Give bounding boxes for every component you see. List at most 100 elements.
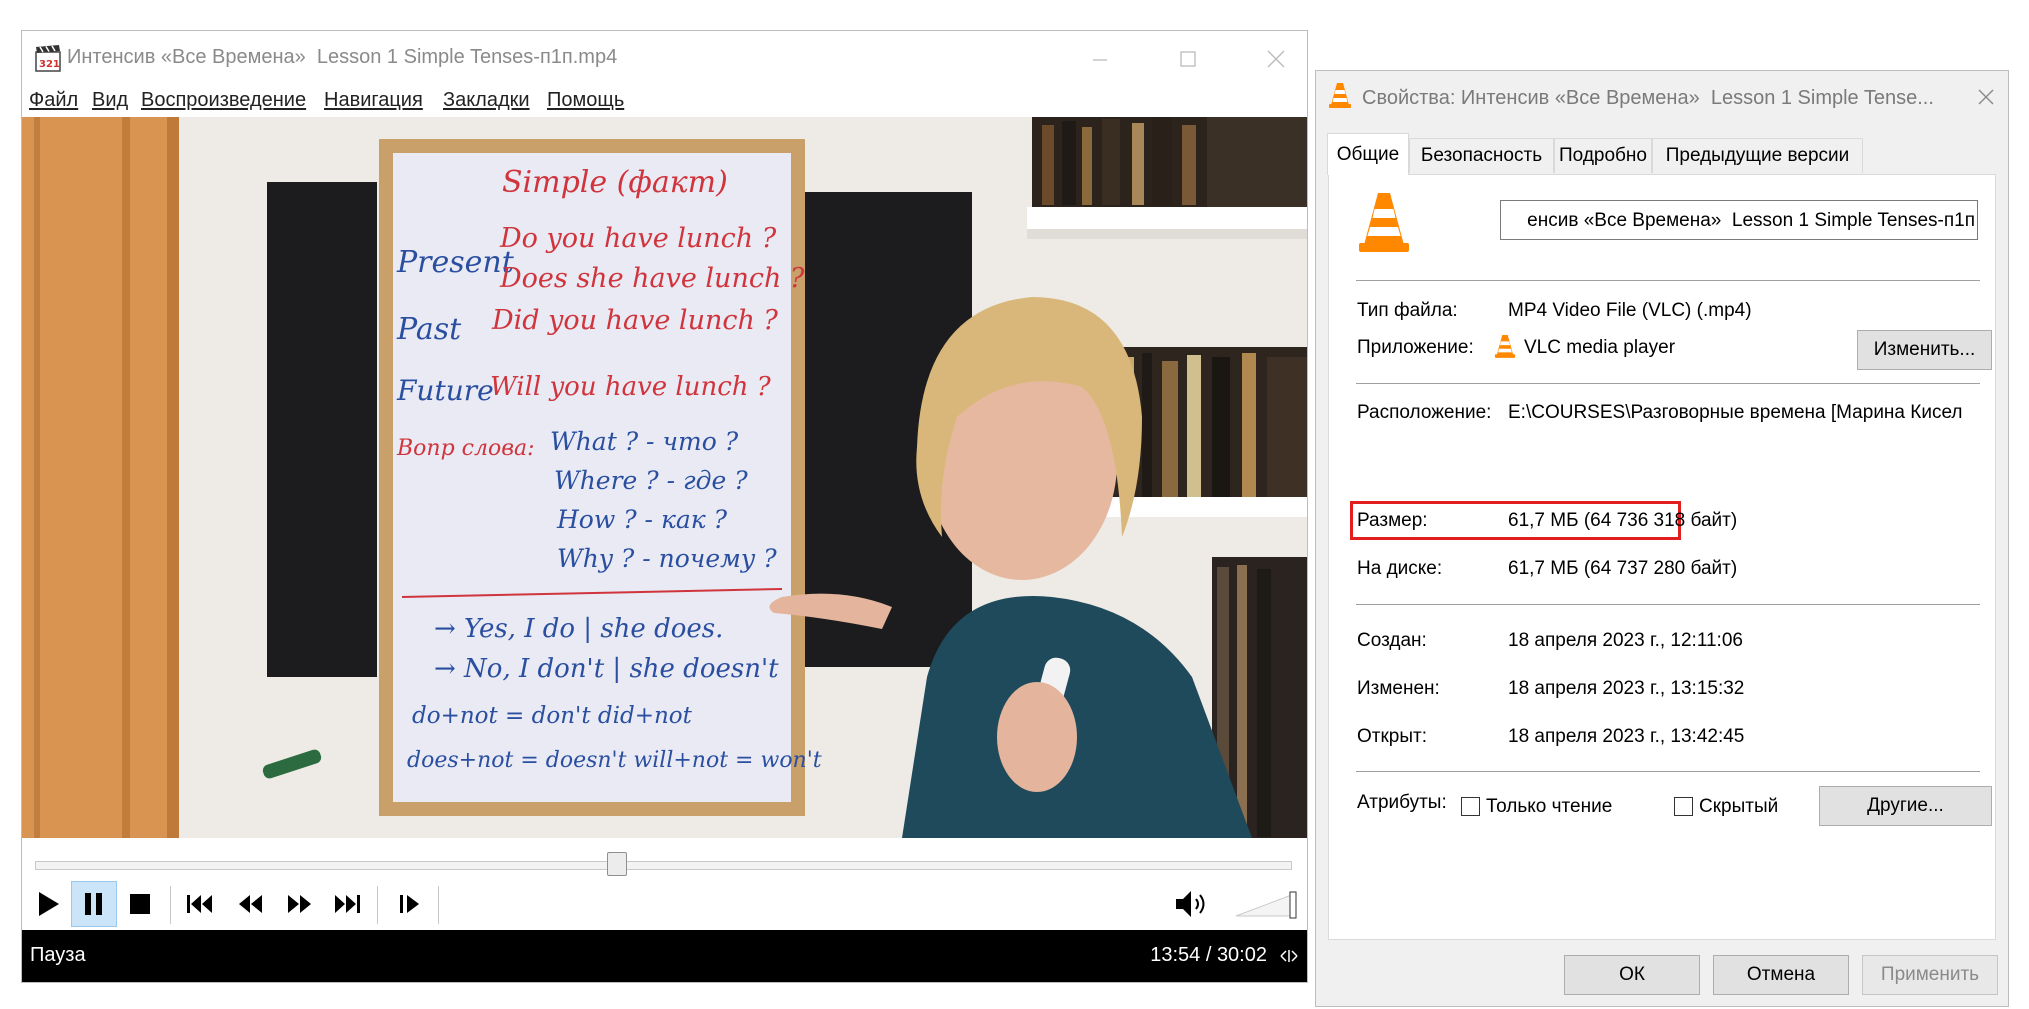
close-icon <box>1267 50 1285 68</box>
board-line: Вопр слова: <box>396 436 535 461</box>
board-line: Do you have lunch ? <box>499 223 777 254</box>
speaker-icon <box>1176 891 1205 917</box>
board-title: Simple (факт) <box>502 165 728 200</box>
minimize-icon <box>1093 59 1107 61</box>
seek-track[interactable] <box>35 861 1292 870</box>
divider <box>1356 383 1980 384</box>
maximize-icon <box>1180 51 1196 67</box>
board-line: How ? - как ? <box>556 505 728 534</box>
board-line: Does she have lunch ? <box>499 263 805 294</box>
created-value: 18 апреля 2023 г., 12:11:06 <box>1508 630 1743 651</box>
resize-grip-icon[interactable] <box>1279 948 1299 964</box>
svg-text:321: 321 <box>39 59 60 70</box>
size-label: Размер: <box>1357 510 1428 531</box>
board-line: What ? - что ? <box>550 427 739 456</box>
fast-forward-icon <box>288 895 311 913</box>
apply-button[interactable]: Применить <box>1862 955 1998 995</box>
play-button[interactable] <box>25 881 71 927</box>
stop-button[interactable] <box>117 881 163 927</box>
cancel-button[interactable]: Отмена <box>1713 955 1849 995</box>
playback-controls <box>22 878 1307 930</box>
advanced-button[interactable]: Другие... <box>1819 786 1992 826</box>
minimize-button[interactable] <box>1077 39 1123 79</box>
board-line: → No, I don't | she doesn't <box>434 654 779 684</box>
mute-button[interactable] <box>1170 881 1216 927</box>
menu-bookmarks[interactable]: Закладки <box>443 89 530 112</box>
menu-view[interactable]: Вид <box>92 89 128 112</box>
vlc-cone-icon <box>1494 335 1516 358</box>
tab-details[interactable]: Подробно <box>1554 138 1652 173</box>
player-title-bar[interactable]: 321 Интенсив «Все Времена» Lesson 1 Simp… <box>22 31 1307 85</box>
forward-button[interactable] <box>277 881 323 927</box>
pause-button[interactable] <box>71 881 117 927</box>
video-frame[interactable]: Simple (факт) Present Do you have lunch … <box>22 117 1307 838</box>
hidden-label: Скрытый <box>1699 796 1779 817</box>
status-bar: Пауза 13:54 / 30:02 <box>22 930 1307 982</box>
modified-value: 18 апреля 2023 г., 13:15:32 <box>1508 678 1745 699</box>
vlc-cone-icon <box>1359 193 1409 252</box>
accessed-label: Открыт: <box>1357 726 1427 747</box>
board-line: Will you have lunch ? <box>490 372 772 402</box>
vlc-cone-icon <box>1329 83 1351 108</box>
menu-file[interactable]: Файл <box>29 89 78 112</box>
app-value: VLC media player <box>1524 337 1676 358</box>
hidden-checkbox[interactable] <box>1674 797 1693 816</box>
attributes-label: Атрибуты: <box>1357 792 1447 813</box>
divider <box>1356 604 1980 605</box>
change-button[interactable]: Изменить... <box>1857 330 1992 370</box>
readonly-label: Только чтение <box>1486 796 1613 817</box>
next-button[interactable] <box>325 881 371 927</box>
tab-previous-versions[interactable]: Предыдущие версии <box>1652 138 1863 173</box>
divider <box>1356 280 1980 281</box>
window-title: Интенсив «Все Времена» Lesson 1 Simple T… <box>67 46 618 68</box>
divider <box>1356 771 1980 772</box>
app-label: Приложение: <box>1357 337 1474 358</box>
readonly-checkbox[interactable] <box>1461 797 1480 816</box>
created-label: Создан: <box>1357 630 1427 651</box>
status-text: Пауза <box>30 944 86 966</box>
board-line: do+not = don't did+not <box>412 703 693 729</box>
properties-dialog: Свойства: Интенсив «Все Времена» Lesson … <box>1315 70 2009 1007</box>
tab-security[interactable]: Безопасность <box>1409 138 1554 173</box>
dialog-close-button[interactable] <box>1966 79 2006 115</box>
media-player-window: 321 Интенсив «Все Времена» Lesson 1 Simp… <box>21 30 1308 983</box>
location-value: E:\COURSES\Разговорные времена [Марина К… <box>1508 402 1963 423</box>
location-label: Расположение: <box>1357 402 1492 423</box>
menu-bar: Файл Вид Воспроизведение Навигация Закла… <box>22 85 1307 117</box>
board-line: Future <box>396 374 494 407</box>
volume-slider[interactable] <box>1232 881 1302 927</box>
pause-icon <box>85 893 102 915</box>
filename-value: енсив «Все Времена» Lesson 1 Simple Tens… <box>1527 210 1975 231</box>
close-icon <box>1978 89 1994 105</box>
menu-navigation[interactable]: Навигация <box>324 89 423 112</box>
menu-playback[interactable]: Воспроизведение <box>141 89 306 112</box>
previous-button[interactable] <box>177 881 223 927</box>
frame-step-icon <box>400 895 419 913</box>
file-type-value: MP4 Video File (VLC) (.mp4) <box>1508 300 1752 321</box>
file-type-label: Тип файла: <box>1357 300 1458 321</box>
ok-button[interactable]: ОК <box>1564 955 1700 995</box>
skip-back-icon <box>187 895 212 913</box>
skip-forward-icon <box>335 895 360 913</box>
time-display: 13:54 / 30:02 <box>1150 944 1267 966</box>
tab-general[interactable]: Общие <box>1327 133 1409 175</box>
general-tab-panel: енсив «Все Времена» Lesson 1 Simple Tens… <box>1328 174 1996 940</box>
board-line: Did you have lunch ? <box>491 305 778 336</box>
play-icon <box>39 892 59 916</box>
filename-input[interactable]: енсив «Все Времена» Lesson 1 Simple Tens… <box>1500 200 1978 240</box>
seek-handle[interactable] <box>606 852 627 876</box>
frame-step-button[interactable] <box>387 881 433 927</box>
board-line: Past <box>396 312 462 347</box>
size-value: 61,7 МБ (64 736 318 байт) <box>1508 510 1738 531</box>
size-on-disk-label: На диске: <box>1357 558 1443 579</box>
video-scene: Simple (факт) Present Do you have lunch … <box>22 117 1307 838</box>
menu-help[interactable]: Помощь <box>547 89 624 112</box>
rewind-button[interactable] <box>227 881 273 927</box>
dialog-title: Свойства: Интенсив «Все Времена» Lesson … <box>1362 87 1934 109</box>
close-button[interactable] <box>1253 39 1299 79</box>
modified-label: Изменен: <box>1357 678 1440 699</box>
board-line: Why ? - почему ? <box>557 544 777 573</box>
board-line: → Yes, I do | she does. <box>434 614 723 644</box>
maximize-button[interactable] <box>1165 39 1211 79</box>
board-line: Present <box>396 245 515 280</box>
